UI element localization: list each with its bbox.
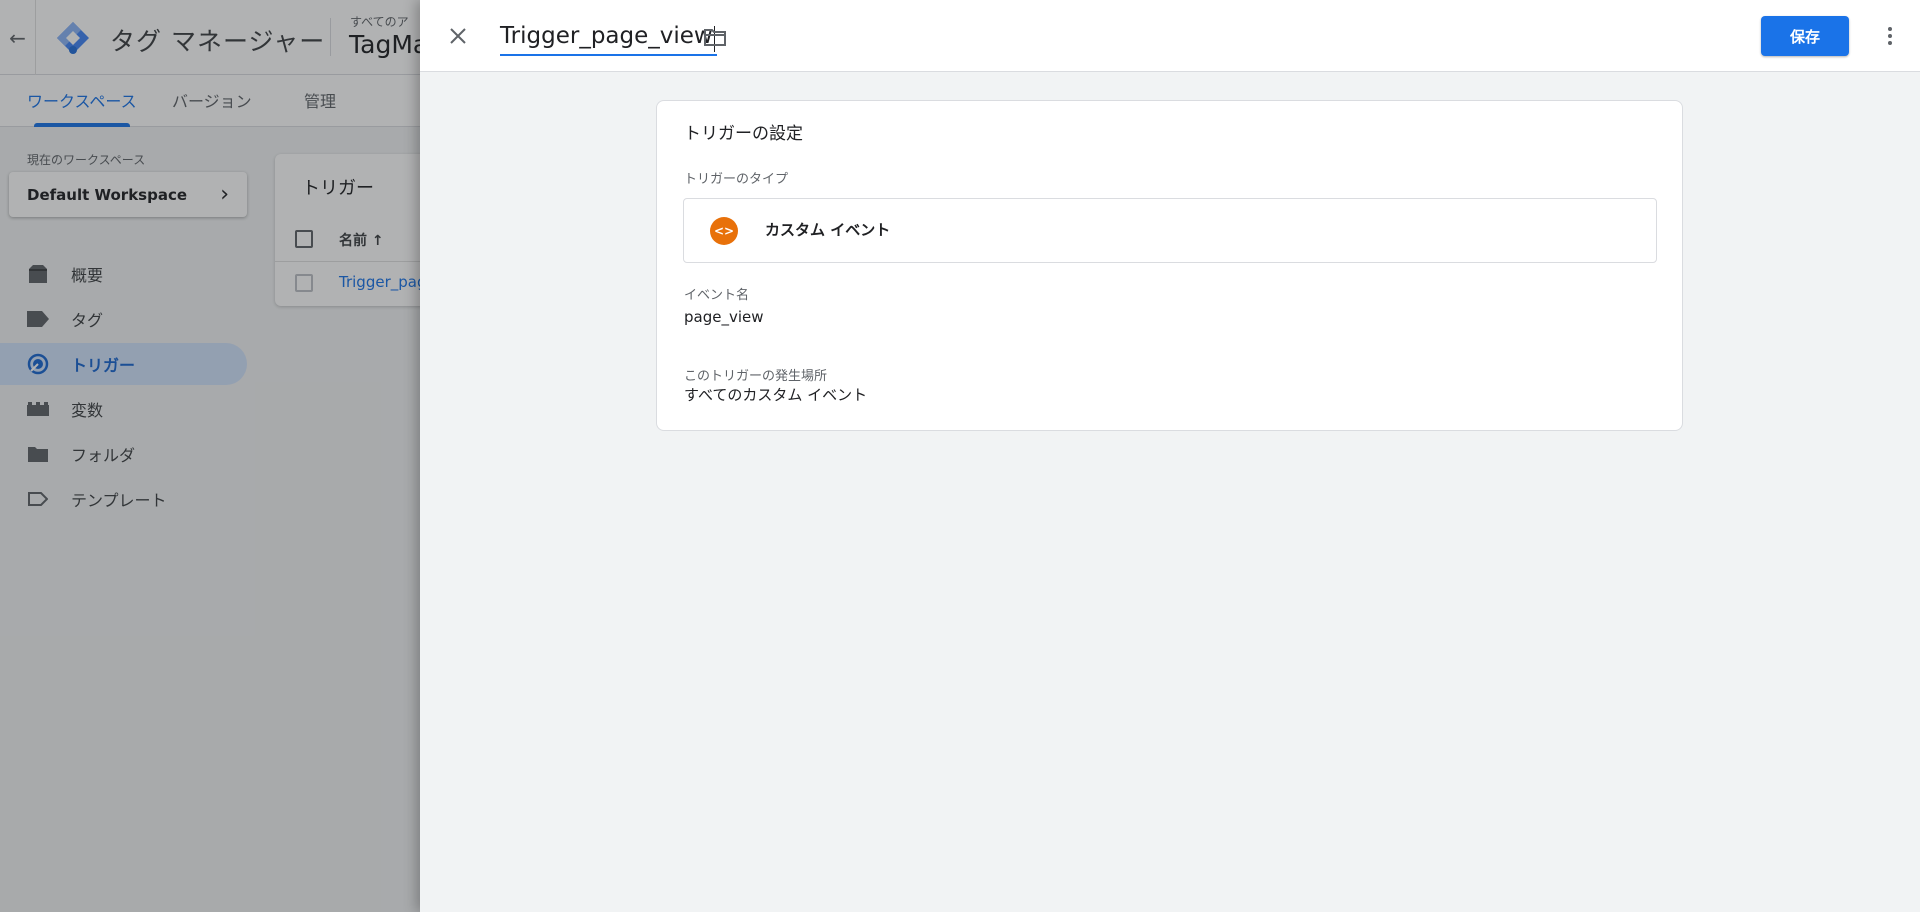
save-button[interactable]: 保存 [1761,16,1849,56]
fires-on-value: すべてのカスタム イベント [684,386,868,404]
trigger-editor-panel: Trigger_page_view 保存 トリガーの設定 トリガーのタイプ <>… [420,0,1920,912]
trigger-type-box[interactable]: <> カスタム イベント [683,198,1657,263]
custom-event-icon: <> [710,217,738,245]
more-dot [1888,27,1892,31]
trigger-name-input[interactable]: Trigger_page_view [500,18,717,56]
trigger-type-name: カスタム イベント [765,221,891,239]
fires-on-label: このトリガーの発生場所 [684,369,828,384]
event-name-label: イベント名 [684,288,750,303]
trigger-type-label: トリガーのタイプ [684,172,789,187]
folder-icon[interactable] [700,22,730,52]
card-title: トリガーの設定 [684,124,803,144]
more-vert-icon[interactable] [1876,20,1904,52]
panel-header: Trigger_page_view 保存 [420,0,1920,72]
more-dot [1888,41,1892,45]
event-name-value: page_view [684,308,764,326]
trigger-name-value: Trigger_page_view [500,23,713,49]
trigger-configuration-card[interactable]: トリガーの設定 トリガーのタイプ <> カスタム イベント イベント名 page… [656,100,1683,431]
more-dot [1888,34,1892,38]
close-icon[interactable] [442,20,474,52]
